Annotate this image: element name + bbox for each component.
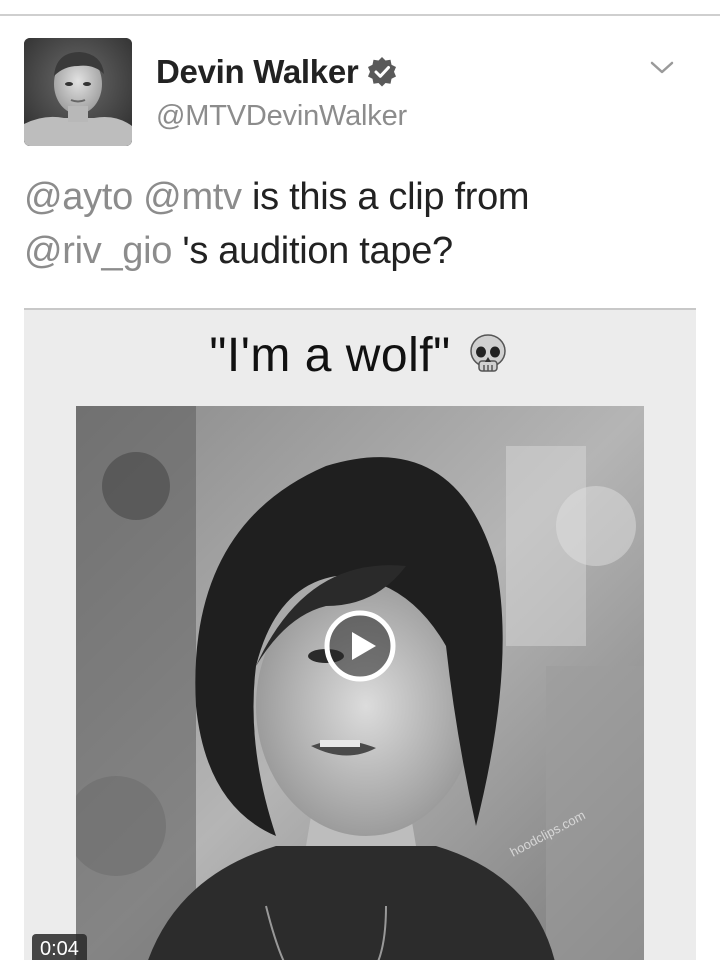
video-duration: 0:04 [32, 934, 87, 960]
skull-icon [465, 331, 511, 377]
tweet-text-segment: 's audition tape? [172, 230, 453, 272]
media-caption-text: "I'm a wolf" [209, 329, 451, 382]
media-caption: "I'm a wolf" [24, 328, 696, 383]
tweet-text: @ayto @mtv is this a clip from @riv_gio … [24, 170, 684, 278]
author-handle[interactable]: @MTVDevinWalker [156, 100, 407, 133]
video-media[interactable]: "I'm a wolf" hoodclips.com 0:04 [24, 308, 696, 960]
top-divider [0, 14, 720, 16]
mention-riv-gio[interactable]: @riv_gio [24, 230, 172, 272]
tweet-text-segment [133, 176, 143, 218]
mention-mtv[interactable]: @mtv [143, 176, 242, 218]
play-icon [324, 610, 396, 682]
verified-badge-icon [366, 56, 398, 88]
tweet-text-segment: is this a clip from [241, 176, 530, 218]
chevron-down-icon[interactable] [648, 56, 676, 80]
tweet-page: Devin Walker @MTVDevinWalker @ayto @mtv … [0, 0, 720, 960]
play-button[interactable] [322, 608, 398, 684]
avatar[interactable] [24, 38, 132, 146]
mention-ayto[interactable]: @ayto [24, 176, 133, 218]
author-name-row[interactable]: Devin Walker [156, 52, 398, 92]
author-display-name[interactable]: Devin Walker [156, 53, 359, 91]
avatar-photo [24, 38, 132, 146]
